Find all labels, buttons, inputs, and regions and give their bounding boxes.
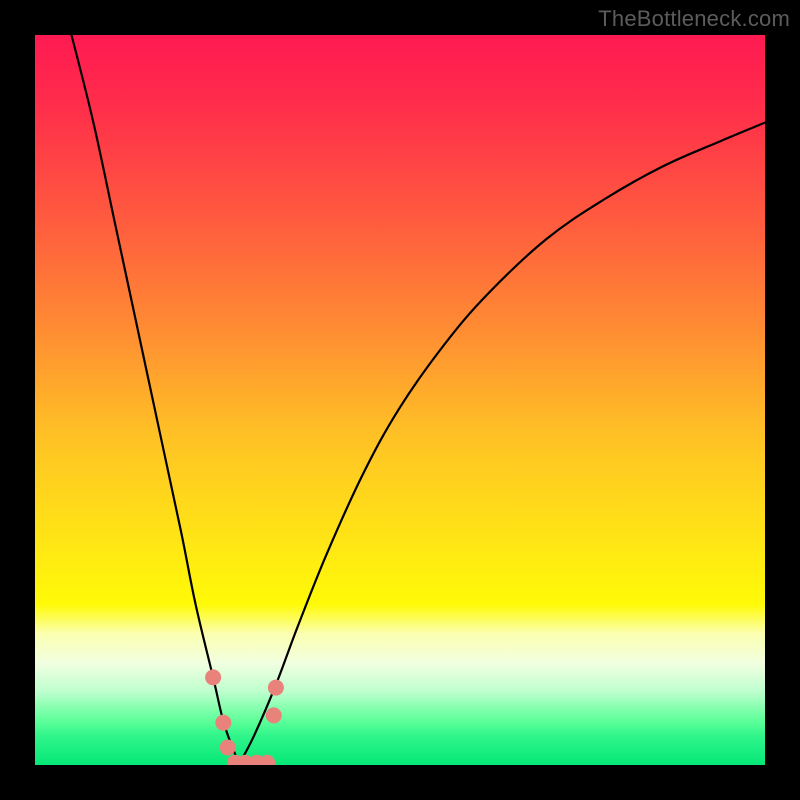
chart-svg (35, 35, 765, 765)
data-marker (215, 715, 231, 731)
data-marker (205, 669, 221, 685)
data-marker (268, 680, 284, 696)
data-marker (266, 707, 282, 723)
gradient-background (35, 35, 765, 765)
chart-frame: TheBottleneck.com (0, 0, 800, 800)
plot-area (35, 35, 765, 765)
watermark-text: TheBottleneck.com (598, 6, 790, 32)
data-marker (220, 739, 236, 755)
